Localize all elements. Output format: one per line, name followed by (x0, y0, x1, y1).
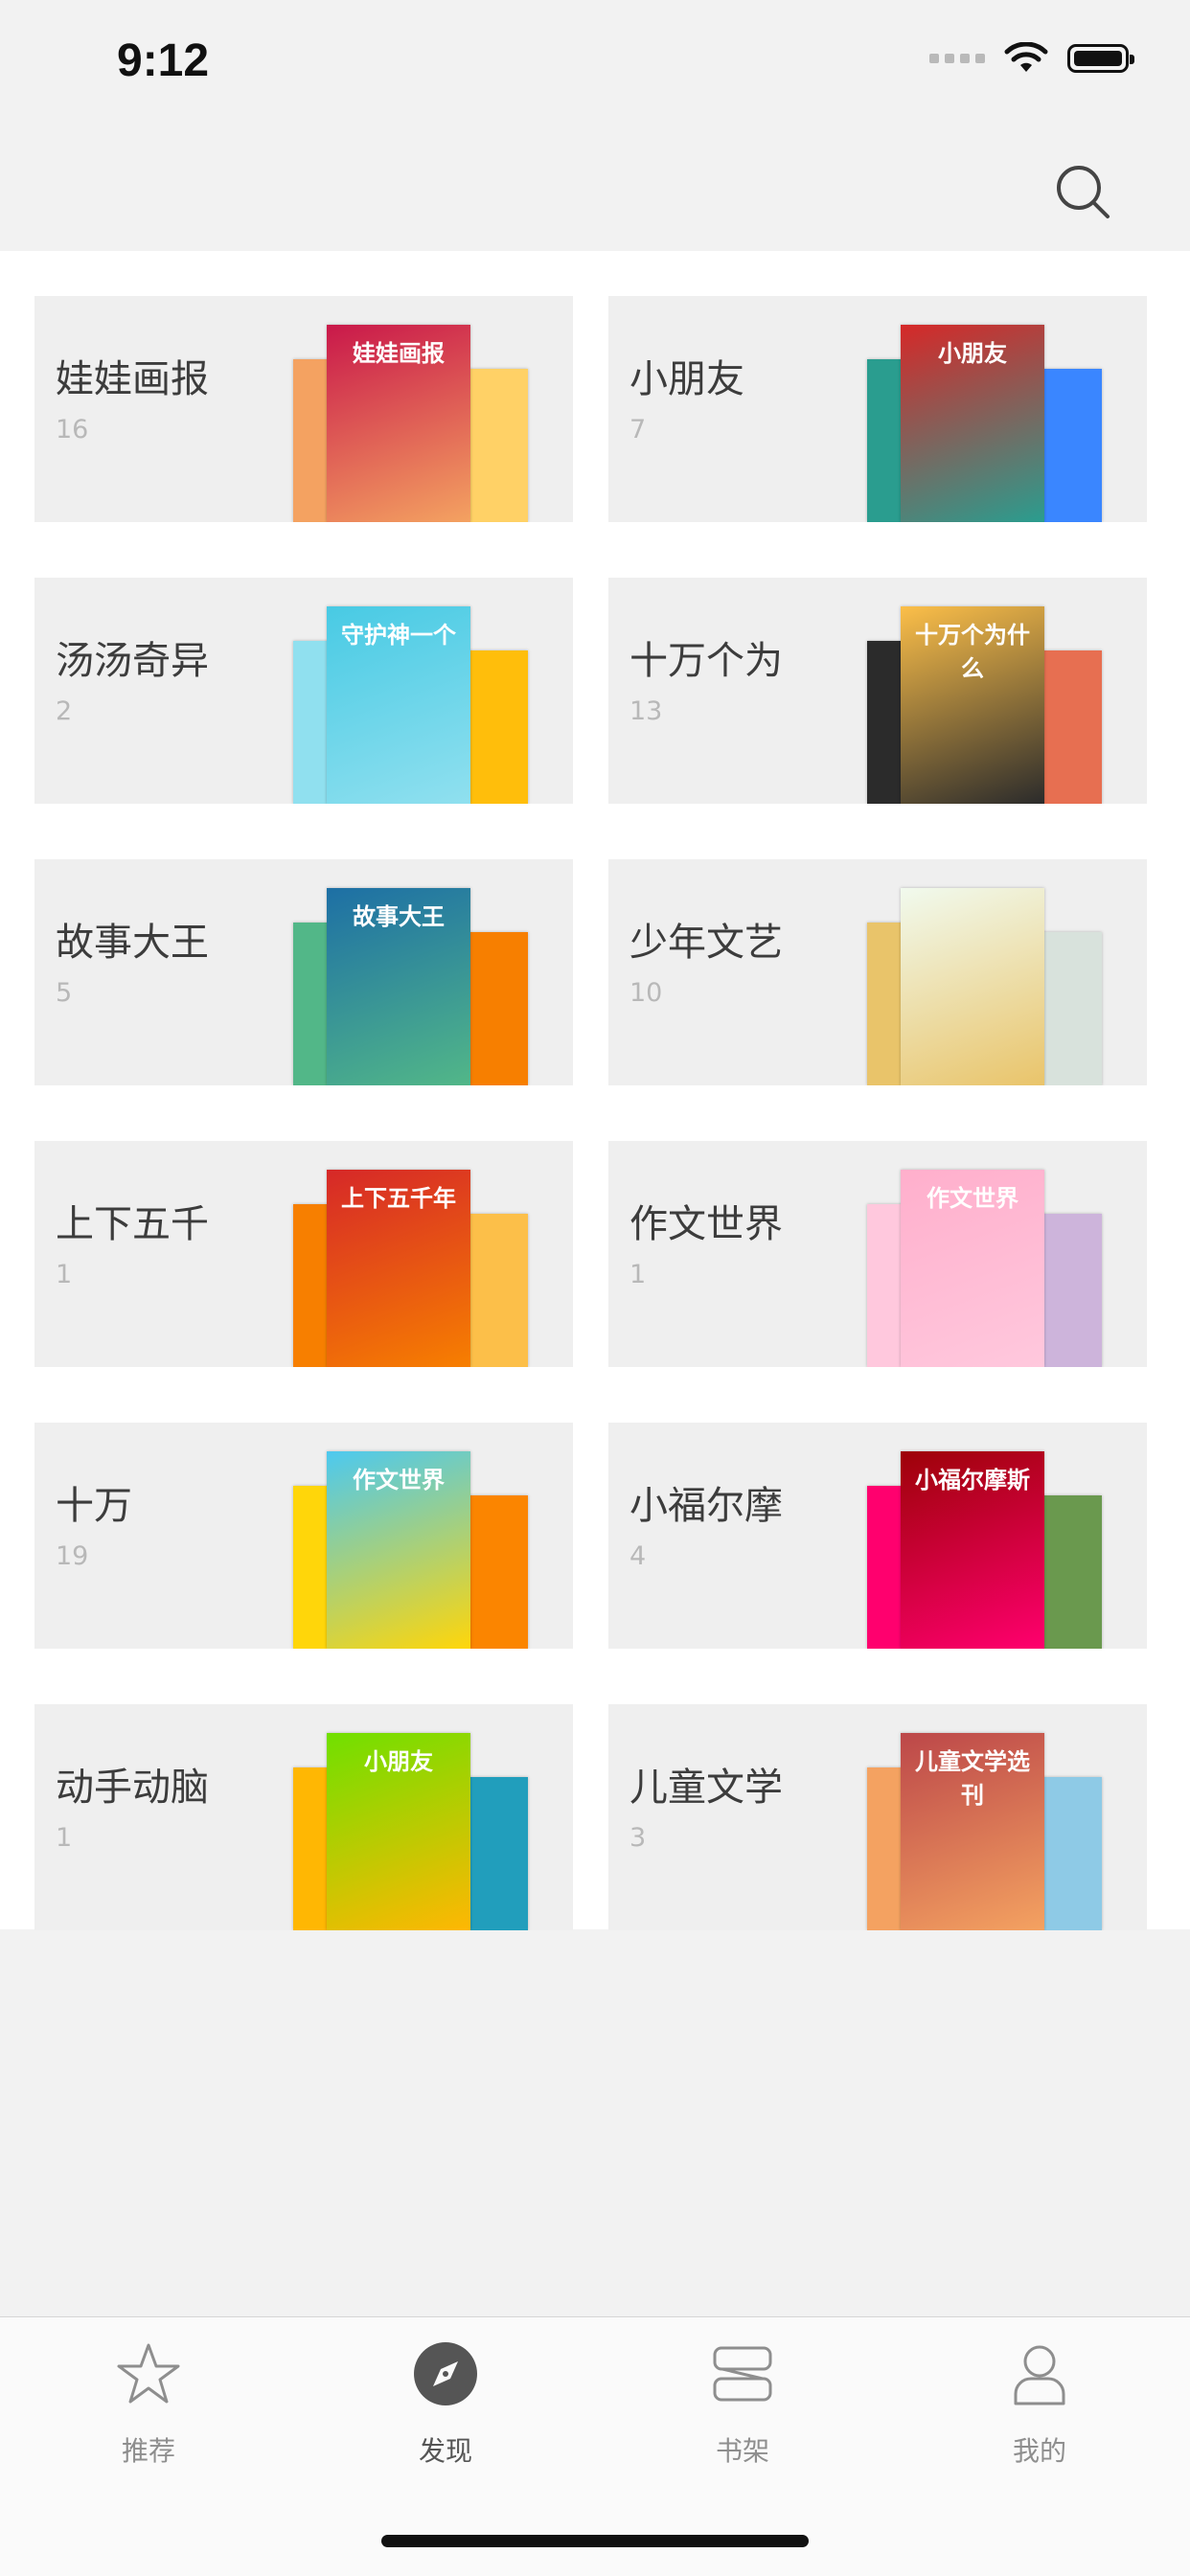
cellular-signal-icon (929, 54, 985, 63)
category-card[interactable]: 十万 19 作文世界 (34, 1423, 573, 1649)
category-title: 十万 (56, 1484, 132, 1528)
cover-stack: 上下五千年 (274, 1141, 552, 1367)
category-card[interactable]: 娃娃画报 16 娃娃画报 (34, 296, 573, 522)
cover-image (901, 888, 1044, 1085)
category-title: 动手动脑 (56, 1766, 209, 1810)
cover-image: 儿童文学选刊 (901, 1733, 1044, 1930)
category-card[interactable]: 小朋友 7 小朋友 (608, 296, 1147, 522)
tab-label: 书架 (715, 2435, 769, 2467)
cover-title: 儿童文学选刊 (915, 1748, 1030, 1809)
cover-title: 作文世界 (353, 1467, 445, 1493)
tab-label: 推荐 (121, 2435, 175, 2467)
category-card[interactable]: 小福尔摩 4 小福尔摩斯 (608, 1423, 1147, 1649)
bookshelf-icon (713, 2346, 772, 2402)
tab-label: 发现 (418, 2435, 472, 2467)
category-count: 5 (56, 978, 73, 1008)
cover-title: 守护神一个 (341, 622, 456, 649)
category-title: 上下五千 (56, 1202, 209, 1246)
cover-image: 上下五千年 (327, 1170, 470, 1367)
tab-bookshelf[interactable]: 书架 (594, 2317, 891, 2480)
nav-bar (0, 125, 1190, 251)
status-time: 9:12 (117, 35, 210, 86)
cover-stack: 娃娃画报 (274, 296, 552, 522)
cover-image: 小朋友 (901, 325, 1044, 522)
category-title: 十万个为 (629, 639, 783, 683)
cover-image: 作文世界 (327, 1451, 470, 1649)
category-count: 19 (56, 1541, 89, 1571)
cover-title: 小福尔摩斯 (915, 1467, 1030, 1493)
category-title: 儿童文学 (629, 1766, 783, 1810)
category-count: 1 (629, 1260, 647, 1289)
wifi-icon (1004, 42, 1048, 72)
category-count: 1 (56, 1823, 73, 1853)
star-icon (117, 2343, 180, 2404)
category-title: 作文世界 (629, 1202, 783, 1246)
tab-label: 我的 (1012, 2435, 1066, 2467)
search-icon[interactable] (1054, 163, 1111, 220)
cover-stack: 故事大王 (274, 859, 552, 1085)
cover-image: 小福尔摩斯 (901, 1451, 1044, 1649)
cover-title: 作文世界 (927, 1185, 1018, 1212)
category-title: 故事大王 (56, 921, 209, 965)
cover-title: 十万个为什么 (915, 622, 1030, 682)
cover-title: 上下五千年 (341, 1185, 456, 1212)
category-card[interactable]: 少年文艺 10 (608, 859, 1147, 1085)
cover-image: 小朋友 (327, 1733, 470, 1930)
cover-image: 作文世界 (901, 1170, 1044, 1367)
category-card[interactable]: 十万个为 13 十万个为什么 (608, 578, 1147, 804)
status-bar: 9:12 (0, 0, 1190, 125)
cover-stack: 儿童文学选刊 (848, 1704, 1126, 1930)
category-title: 小福尔摩 (629, 1484, 783, 1528)
compass-icon (414, 2342, 477, 2405)
category-title: 小朋友 (629, 357, 744, 401)
cover-stack: 作文世界 (274, 1423, 552, 1649)
tab-recommend[interactable]: 推荐 (0, 2317, 297, 2480)
home-indicator (381, 2535, 809, 2547)
cover-stack: 小福尔摩斯 (848, 1423, 1126, 1649)
battery-icon (1067, 44, 1134, 73)
cover-image: 娃娃画报 (327, 325, 470, 522)
category-count: 10 (629, 978, 663, 1008)
cover-title: 故事大王 (353, 903, 445, 930)
category-count: 2 (56, 696, 73, 726)
cover-stack: 小朋友 (274, 1704, 552, 1930)
cover-stack: 十万个为什么 (848, 578, 1126, 804)
cover-stack: 守护神一个 (274, 578, 552, 804)
category-title: 汤汤奇异 (56, 639, 209, 683)
tab-mine[interactable]: 我的 (891, 2317, 1188, 2480)
category-count: 4 (629, 1541, 647, 1571)
category-title: 娃娃画报 (56, 357, 209, 401)
status-icons (929, 42, 1134, 75)
cover-image: 十万个为什么 (901, 606, 1044, 804)
cover-title: 娃娃画报 (353, 340, 445, 367)
category-count: 3 (629, 1823, 647, 1853)
category-title: 少年文艺 (629, 921, 783, 965)
cover-image: 故事大王 (327, 888, 470, 1085)
category-card[interactable]: 故事大王 5 故事大王 (34, 859, 573, 1085)
cover-title: 小朋友 (938, 340, 1007, 367)
category-count: 7 (629, 415, 647, 445)
cover-image: 守护神一个 (327, 606, 470, 804)
category-count: 13 (629, 696, 663, 726)
category-card[interactable]: 儿童文学 3 儿童文学选刊 (608, 1704, 1147, 1930)
cover-stack: 小朋友 (848, 296, 1126, 522)
cover-stack (848, 859, 1126, 1085)
tab-discover[interactable]: 发现 (297, 2317, 594, 2480)
category-count: 1 (56, 1260, 73, 1289)
cover-title: 小朋友 (364, 1748, 433, 1775)
category-card[interactable]: 汤汤奇异 2 守护神一个 (34, 578, 573, 804)
category-card[interactable]: 动手动脑 1 小朋友 (34, 1704, 573, 1930)
category-card[interactable]: 上下五千 1 上下五千年 (34, 1141, 573, 1367)
cover-stack: 作文世界 (848, 1141, 1126, 1367)
person-icon (1014, 2345, 1065, 2405)
category-count: 16 (56, 415, 89, 445)
category-card[interactable]: 作文世界 1 作文世界 (608, 1141, 1147, 1367)
